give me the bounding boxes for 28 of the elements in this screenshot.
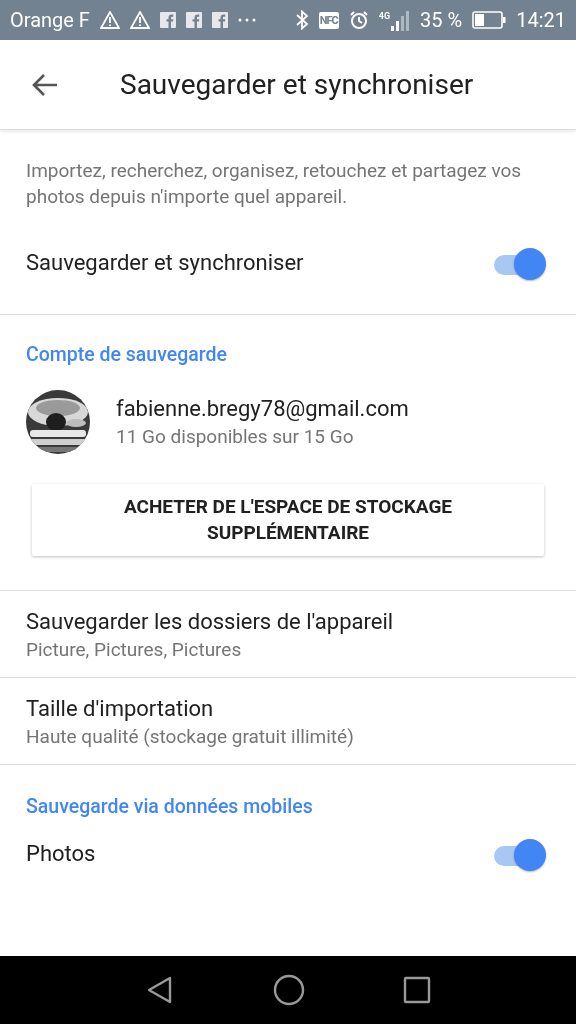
carrier-name: Orange F bbox=[10, 8, 90, 32]
facebook-icon bbox=[185, 12, 202, 28]
facebook-icon bbox=[211, 12, 228, 28]
account-email: fabienne.bregy78@gmail.com bbox=[116, 396, 409, 421]
alarm-icon bbox=[348, 10, 369, 30]
setting-label: Sauvegarder et synchroniser bbox=[26, 249, 304, 275]
warning-icon bbox=[99, 11, 120, 29]
screen-title: Sauvegarder et synchroniser bbox=[120, 68, 474, 101]
settings-item[interactable]: Taille d'importation Haute qualité (stockage gratuit illimité) bbox=[0, 678, 576, 764]
more-icon bbox=[237, 18, 256, 22]
nfc-icon: NFC bbox=[318, 11, 339, 29]
buy-storage-button[interactable]: ACHETER DE L'ESPACE DE STOCKAGE SUPPLÉMENTAIRE bbox=[32, 484, 544, 556]
signal-icon bbox=[390, 9, 411, 31]
home-button[interactable] bbox=[273, 974, 305, 1006]
network-type: 4G bbox=[378, 11, 391, 21]
bluetooth-icon bbox=[294, 10, 309, 30]
section-header: Compte de sauvegarde bbox=[25, 342, 228, 366]
settings-item[interactable]: Sauvegarder les dossiers de l'appareil Picture, Pictures, Pictures bbox=[0, 591, 576, 677]
battery-icon bbox=[472, 11, 507, 29]
recent-apps-button[interactable] bbox=[403, 976, 431, 1004]
clock-time: 14:21 bbox=[516, 8, 566, 32]
setting-label: Photos bbox=[26, 840, 96, 866]
storage-info: 11 Go disponibles sur 15 Go bbox=[116, 425, 355, 448]
warning-icon bbox=[129, 11, 150, 29]
facebook-icon bbox=[159, 12, 176, 28]
battery-level: 35 % bbox=[420, 8, 463, 32]
section-header: Sauvegarde via données mobiles bbox=[25, 794, 314, 818]
description-text: Importez, recherchez, organisez, retouchez et partagez vos photos depuis n'importe quel appareil. bbox=[25, 158, 523, 210]
